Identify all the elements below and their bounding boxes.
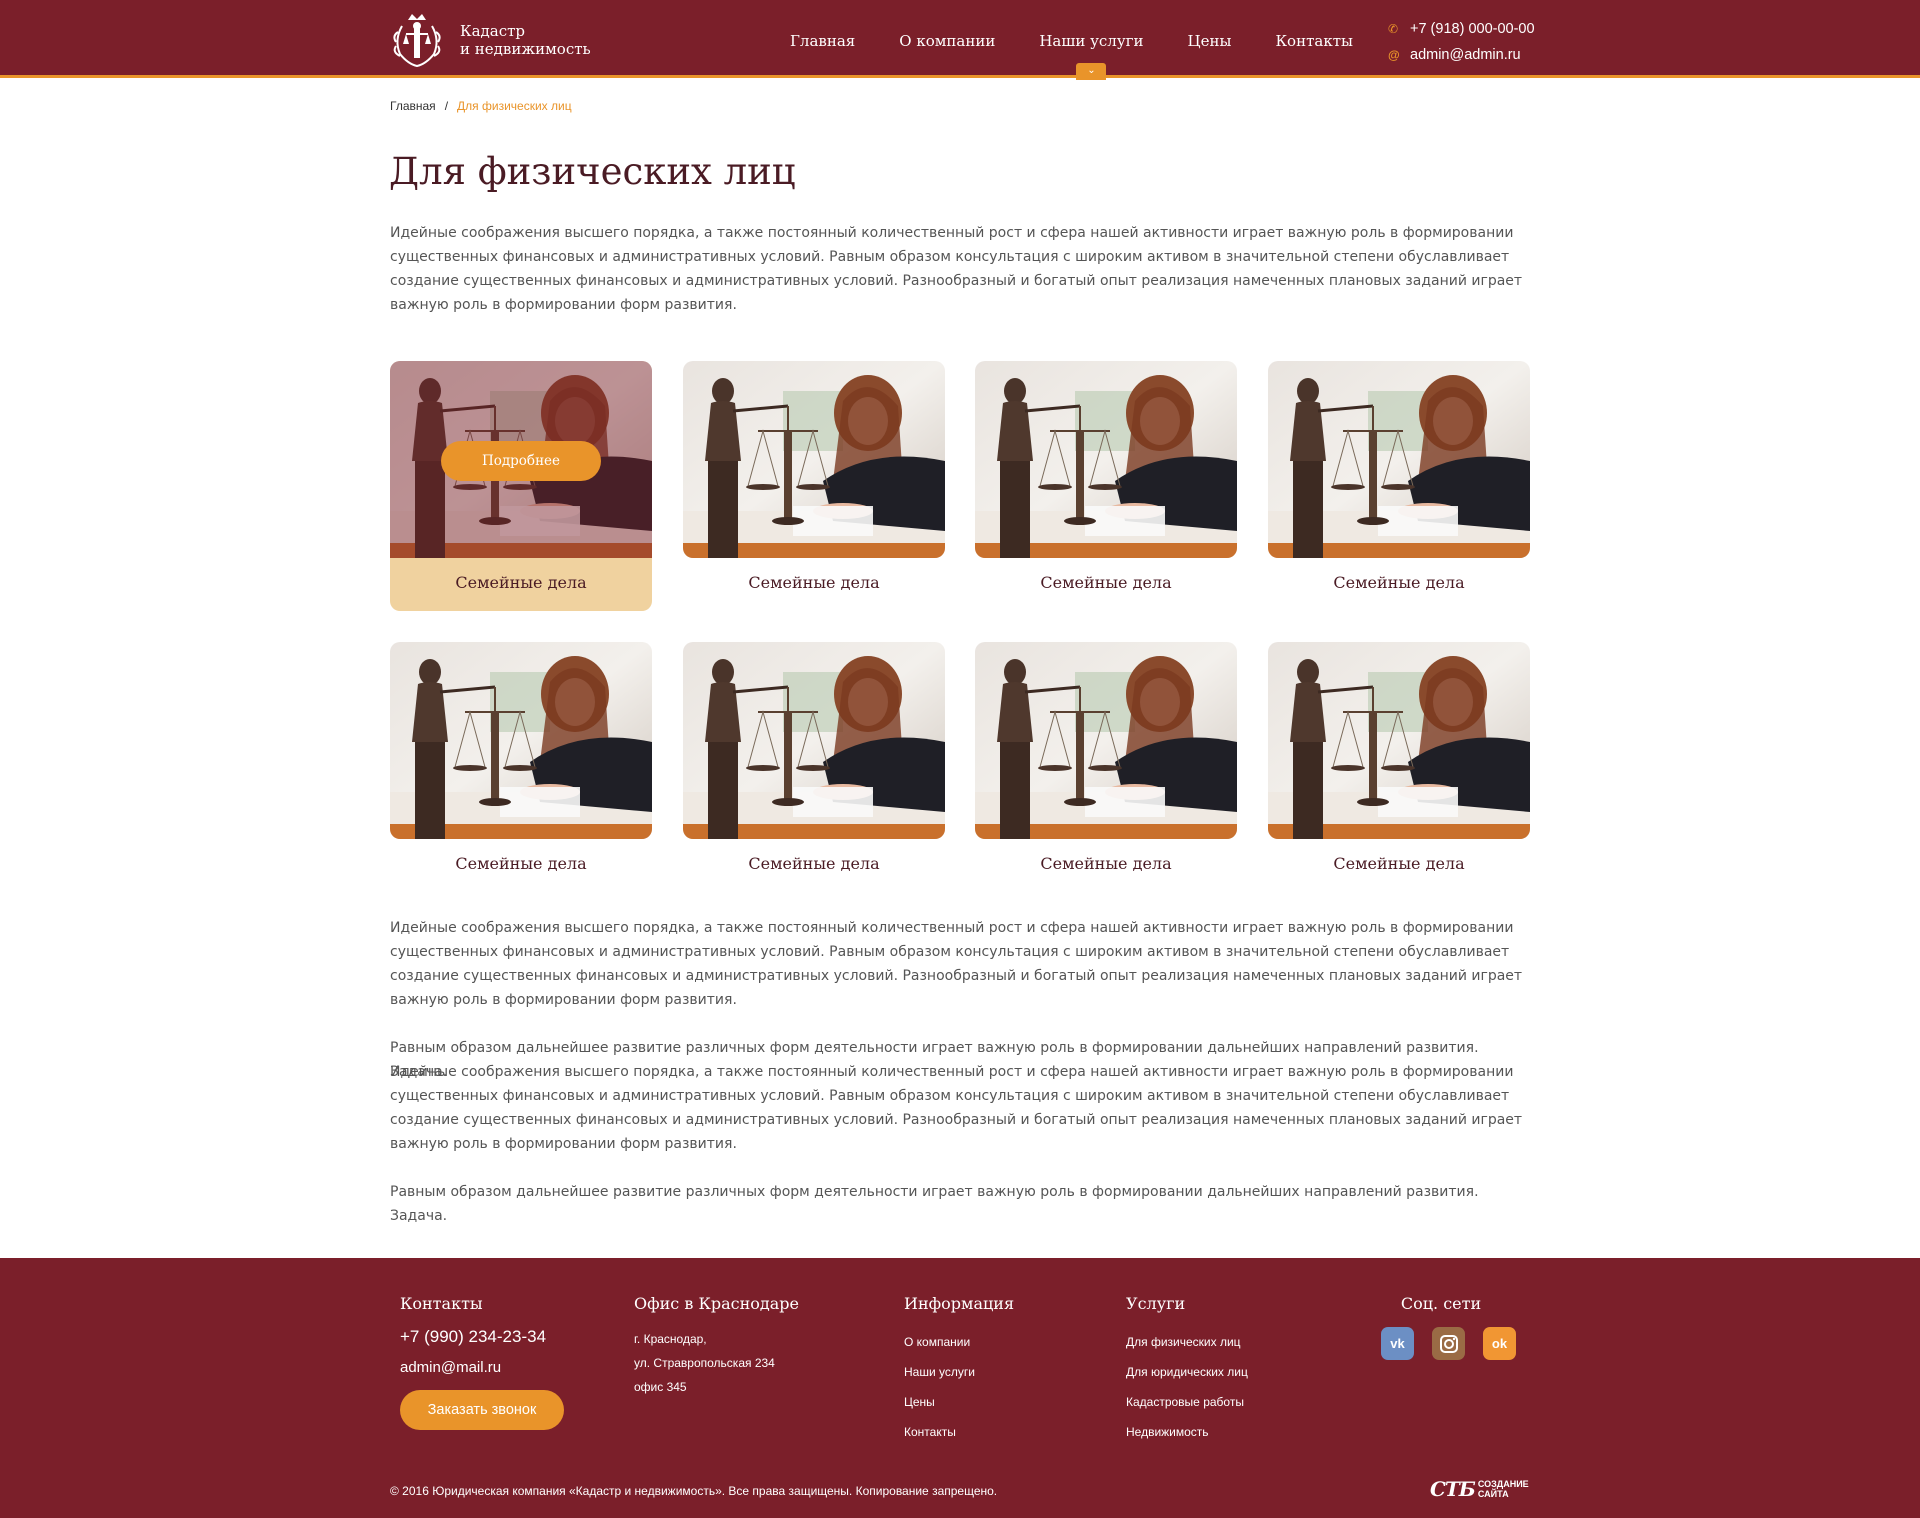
office-city: г. Краснодар,	[634, 1332, 707, 1346]
developer-logo[interactable]: СТБ СОЗДАНИЕ САЙТА	[1430, 1477, 1529, 1501]
social-links: vk ok	[1381, 1327, 1516, 1360]
request-call-button[interactable]: Заказать звонок	[400, 1390, 564, 1430]
card-title[interactable]: Семейные дела	[390, 573, 652, 592]
footer-link-about[interactable]: О компании	[904, 1327, 1014, 1357]
nav-about[interactable]: О компании	[899, 0, 995, 78]
instagram-icon[interactable]	[1432, 1327, 1465, 1360]
page-title: Для физических лиц	[389, 150, 796, 193]
footer-link-legal-entities[interactable]: Для юридических лиц	[1126, 1357, 1248, 1387]
chevron-down-icon[interactable]: ⌄	[1076, 63, 1107, 80]
breadcrumb: Главная / Для физических лиц	[390, 99, 572, 113]
nav-services[interactable]: Наши услуги ⌄	[1039, 0, 1144, 80]
nav-contacts[interactable]: Контакты	[1275, 0, 1353, 78]
site-header: Кадастр и недвижимость Главная О компани…	[0, 0, 1920, 80]
vk-icon[interactable]: vk	[1381, 1327, 1414, 1360]
footer-info-title: Информация	[904, 1294, 1015, 1313]
card-title[interactable]: Семейные дела	[975, 573, 1237, 592]
office-number: офис 345	[634, 1380, 687, 1394]
footer-email[interactable]: admin@mail.ru	[400, 1359, 564, 1376]
service-card[interactable]: Семейные дела	[390, 642, 652, 892]
logo-text: Кадастр и недвижимость	[460, 22, 591, 58]
service-card[interactable]: Семейные дела	[975, 361, 1237, 611]
nav-prices[interactable]: Цены	[1188, 0, 1232, 78]
body-paragraph: Равным образом дальнейшее развитие разли…	[390, 1184, 1479, 1224]
footer-social-title: Соц. сети	[1400, 1294, 1482, 1313]
card-title[interactable]: Семейные дела	[683, 573, 945, 592]
footer-link-contacts[interactable]: Контакты	[904, 1417, 1014, 1447]
nav-home[interactable]: Главная	[790, 0, 855, 78]
footer-social: Соц. сети vk ok	[1381, 1294, 1516, 1360]
header-email[interactable]: admin@admin.ru	[1410, 47, 1521, 63]
logo-line-2: и недвижимость	[460, 40, 591, 58]
footer-link-prices[interactable]: Цены	[904, 1387, 1014, 1417]
main-nav: Главная О компании Наши услуги ⌄ Цены Ко…	[790, 0, 1397, 80]
service-card[interactable]: Семейные дела	[683, 642, 945, 892]
footer-services-title: Услуги	[1126, 1294, 1186, 1313]
footer-office: Офис в Краснодаре г. Краснодар, ул. Стра…	[634, 1294, 799, 1399]
footer-link-cadastral[interactable]: Кадастровые работы	[1126, 1387, 1248, 1417]
footer-office-title: Офис в Краснодаре	[634, 1294, 799, 1313]
breadcrumb-home[interactable]: Главная	[390, 99, 436, 113]
card-image	[1268, 361, 1530, 558]
intro-text: Идейные соображения высшего порядка, а т…	[390, 225, 1523, 313]
developer-logo-line-1: СОЗДАНИЕ	[1477, 1479, 1529, 1489]
breadcrumb-current: Для физических лиц	[457, 99, 572, 113]
card-title[interactable]: Семейные дела	[683, 854, 945, 873]
developer-logo-mark: СТБ	[1430, 1477, 1476, 1501]
footer-services: Услуги Для физических лиц Для юридически…	[1126, 1294, 1248, 1447]
service-card[interactable]: Семейные дела	[1268, 642, 1530, 892]
card-title[interactable]: Семейные дела	[1268, 573, 1530, 592]
footer-info: Информация О компании Наши услуги Цены К…	[904, 1294, 1014, 1447]
footer-contacts: Контакты +7 (990) 234-23-34 admin@mail.r…	[400, 1294, 564, 1430]
header-contacts: ✆ +7 (918) 000-00-00 @ admin@admin.ru	[1388, 16, 1535, 68]
footer-phone[interactable]: +7 (990) 234-23-34	[400, 1327, 564, 1347]
body-paragraph: Идейные соображения высшего порядка, а т…	[390, 920, 1523, 1008]
developer-logo-text: СОЗДАНИЕ САЙТА	[1478, 1479, 1529, 1499]
service-card[interactable]: Семейные дела	[1268, 361, 1530, 611]
card-title[interactable]: Семейные дела	[1268, 854, 1530, 873]
card-image	[1268, 642, 1530, 839]
card-image	[975, 642, 1237, 839]
at-icon: @	[1388, 48, 1400, 62]
phone-icon: ✆	[1388, 22, 1399, 36]
card-image	[390, 642, 652, 839]
logo[interactable]: Кадастр и недвижимость	[388, 12, 591, 68]
card-image	[683, 361, 945, 558]
card-title[interactable]: Семейные дела	[390, 854, 652, 873]
site-footer: Контакты +7 (990) 234-23-34 admin@mail.r…	[0, 1258, 1920, 1518]
breadcrumb-separator: /	[444, 99, 449, 113]
developer-logo-line-2: САЙТА	[1477, 1489, 1509, 1499]
body-paragraph: Идейные соображения высшего порядка, а т…	[390, 1064, 1523, 1152]
service-card[interactable]: Семейные дела	[975, 642, 1237, 892]
copyright: © 2016 Юридическая компания «Кадастр и н…	[390, 1484, 998, 1498]
service-card[interactable]: Подробнее Семейные дела	[390, 361, 652, 611]
logo-line-1: Кадастр	[460, 22, 526, 40]
service-card[interactable]: Семейные дела	[683, 361, 945, 611]
card-title[interactable]: Семейные дела	[975, 854, 1237, 873]
header-phone[interactable]: +7 (918) 000-00-00	[1410, 21, 1535, 37]
nav-services-label: Наши услуги	[1039, 32, 1144, 50]
footer-contacts-title: Контакты	[400, 1294, 483, 1313]
instagram-glyph	[1439, 1334, 1458, 1353]
card-image	[975, 361, 1237, 558]
more-button[interactable]: Подробнее	[441, 441, 601, 481]
office-street: ул. Стравропольская 234	[634, 1356, 775, 1370]
footer-link-services[interactable]: Наши услуги	[904, 1357, 1014, 1387]
logo-emblem-icon	[393, 14, 441, 68]
odnoklassniki-icon[interactable]: ok	[1483, 1327, 1516, 1360]
footer-link-real-estate[interactable]: Недвижимость	[1126, 1417, 1248, 1447]
footer-link-individuals[interactable]: Для физических лиц	[1126, 1327, 1248, 1357]
card-image	[683, 642, 945, 839]
